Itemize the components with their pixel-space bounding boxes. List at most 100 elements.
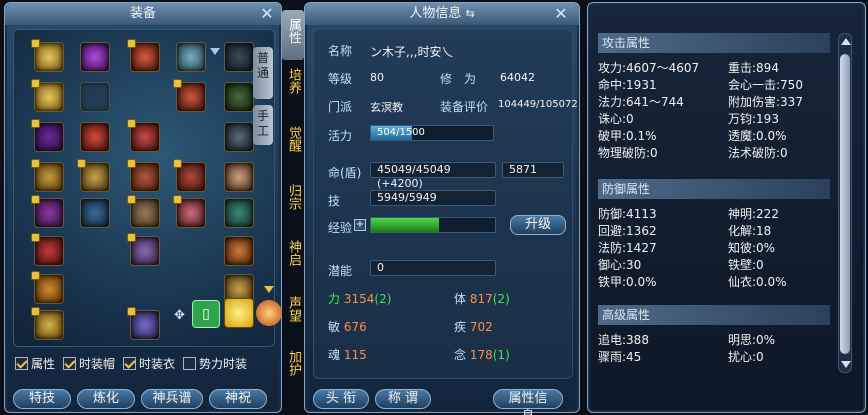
stat-constitution: 体 817(2) [454, 290, 510, 307]
special-skill-button[interactable]: 特技 [13, 389, 71, 409]
stat-value: 115 [343, 348, 367, 362]
character-info-buttons: 头 衔 称 谓 属性信息 [313, 389, 563, 415]
skill-field: 5949/5949 [370, 190, 496, 206]
weapon-catalog-button[interactable]: 神兵谱 [141, 389, 203, 409]
tab-awakening[interactable]: 觉醒 [282, 126, 304, 172]
plus-icon[interactable]: + [354, 219, 366, 231]
tab-protection[interactable]: 加护 [282, 350, 304, 396]
triangle-down-icon[interactable] [210, 48, 220, 55]
tab-attributes[interactable]: 属性 [282, 10, 304, 60]
equip-slot-fashion-clothes[interactable] [224, 162, 254, 192]
lock-icon [127, 195, 136, 204]
vigor-label: 活力 [328, 129, 353, 143]
shield-field: 5871 [502, 162, 564, 178]
title-rank-button[interactable]: 头 衔 [313, 389, 369, 409]
equip-slot-charm[interactable] [127, 307, 160, 340]
equip-slot-pet[interactable] [224, 198, 254, 228]
checkbox-box[interactable] [63, 356, 77, 370]
lock-icon [127, 307, 136, 316]
swap-icon[interactable]: ⇆ [465, 7, 474, 20]
exp-bar [370, 217, 496, 233]
equip-slot-fashion-weapon[interactable] [173, 159, 206, 192]
tab-normal-label: 普通 [256, 51, 269, 80]
scrollbar-thumb[interactable] [840, 54, 850, 354]
close-icon[interactable]: ✕ [553, 6, 569, 22]
stat-mind: 念 178(1) [454, 346, 510, 363]
move-icon[interactable]: ✥ [174, 308, 185, 323]
tab-return[interactable]: 归宗 [282, 184, 304, 230]
equip-slot-bracer[interactable] [31, 233, 64, 266]
tab-normal[interactable]: 普通 [253, 47, 273, 99]
hp-field: 45049/45049 (+4200) [370, 162, 496, 190]
checkbox-box[interactable] [183, 356, 197, 370]
equip-slot-empty[interactable] [80, 82, 110, 112]
equip-slot-helmet[interactable] [31, 39, 64, 72]
equip-slot-scroll[interactable] [127, 233, 160, 266]
refine-button[interactable]: 炼化 [77, 389, 135, 409]
tab-reputation[interactable]: 声望 [282, 296, 304, 342]
tab-handcraft-label: 手工 [256, 109, 269, 138]
attribute-row-value: 化解:18 [728, 224, 772, 238]
equip-slot-pants[interactable] [127, 159, 160, 192]
checkbox-faction-fashion[interactable]: 势力时装 [183, 355, 247, 372]
equip-slot-orb[interactable] [80, 42, 110, 72]
equip-slot-wing[interactable] [80, 122, 110, 152]
tab-handcraft[interactable]: 手工 [253, 105, 273, 145]
equip-slot-mask[interactable] [127, 39, 160, 72]
attribute-row-value: 回避:1362 [598, 224, 657, 238]
equip-slot-fashion-wing[interactable] [176, 42, 206, 72]
lock-icon [31, 119, 40, 128]
equipment-buttons: 特技 炼化 神兵谱 神祝 [13, 389, 267, 409]
attributes-scrollbar[interactable] [838, 33, 852, 373]
close-icon[interactable]: ✕ [259, 6, 275, 22]
scroll-up-icon[interactable] [841, 38, 851, 45]
stat-soul: 魂 115 [328, 346, 367, 363]
equipment-slots-area: ✥ ▯ [13, 29, 282, 347]
equip-slot-cape[interactable] [31, 119, 64, 152]
phone-icon[interactable]: ▯ [192, 300, 220, 328]
checkbox-box[interactable] [123, 356, 137, 370]
lock-icon [127, 119, 136, 128]
equip-slot-armor[interactable] [127, 119, 160, 152]
triangle-down-icon[interactable] [264, 286, 274, 293]
attribute-row-value: 万钧:193 [728, 112, 779, 126]
lock-icon [31, 233, 40, 242]
equip-slot-fashion-mask[interactable] [173, 79, 206, 112]
attribute-row-value: 追电:388 [598, 333, 649, 347]
equip-slot-boots[interactable] [31, 307, 64, 340]
lock-icon [173, 195, 182, 204]
equip-slot-fashion-gloves[interactable] [173, 195, 206, 228]
equip-slot-weapon[interactable] [31, 159, 64, 192]
appellation-button[interactable]: 称 谓 [375, 389, 431, 409]
equip-slot-fashion-cape[interactable] [224, 122, 254, 152]
blessing-button[interactable]: 神祝 [209, 389, 267, 409]
upgrade-button[interactable]: 升级 [510, 215, 566, 235]
equip-slot-necklace[interactable] [31, 79, 64, 112]
equip-slot-mount[interactable] [80, 198, 110, 228]
checkbox-fashion-clothes[interactable]: 时装衣 [123, 355, 175, 372]
lock-icon [127, 159, 136, 168]
scroll-down-icon[interactable] [841, 361, 851, 368]
equip-slot-fashion-hat[interactable] [224, 42, 254, 72]
stat-value: 702 [469, 320, 493, 334]
sun-emblem-icon[interactable] [256, 300, 282, 326]
checkbox-box[interactable] [15, 356, 28, 370]
stat-value: 676 [343, 320, 367, 334]
tab-training[interactable]: 培养 [282, 68, 304, 114]
attribute-row-value: 附加伤害:337 [728, 95, 803, 109]
equip-slot-ring[interactable] [31, 195, 64, 228]
stat-label: 疾 [454, 320, 467, 334]
equip-slot-companion[interactable] [224, 236, 254, 266]
attribute-row-value: 神明:222 [728, 207, 779, 221]
equip-slot-hat[interactable] [127, 195, 160, 228]
equip-slot-fashion-shoulder[interactable] [224, 82, 254, 112]
tab-divine-label: 神启 [286, 240, 301, 266]
tab-divine[interactable]: 神启 [282, 240, 304, 286]
checkbox-attributes[interactable]: 属性 [15, 355, 55, 372]
equip-slot-gauntlet[interactable] [77, 159, 110, 192]
attribute-info-button[interactable]: 属性信息 [493, 389, 563, 415]
checkbox-fashion-hat[interactable]: 时装帽 [63, 355, 115, 372]
attribute-row-value: 铁甲:0.0% [598, 275, 657, 289]
lightbulb-icon[interactable] [224, 298, 254, 328]
equip-slot-belt[interactable] [31, 271, 64, 304]
